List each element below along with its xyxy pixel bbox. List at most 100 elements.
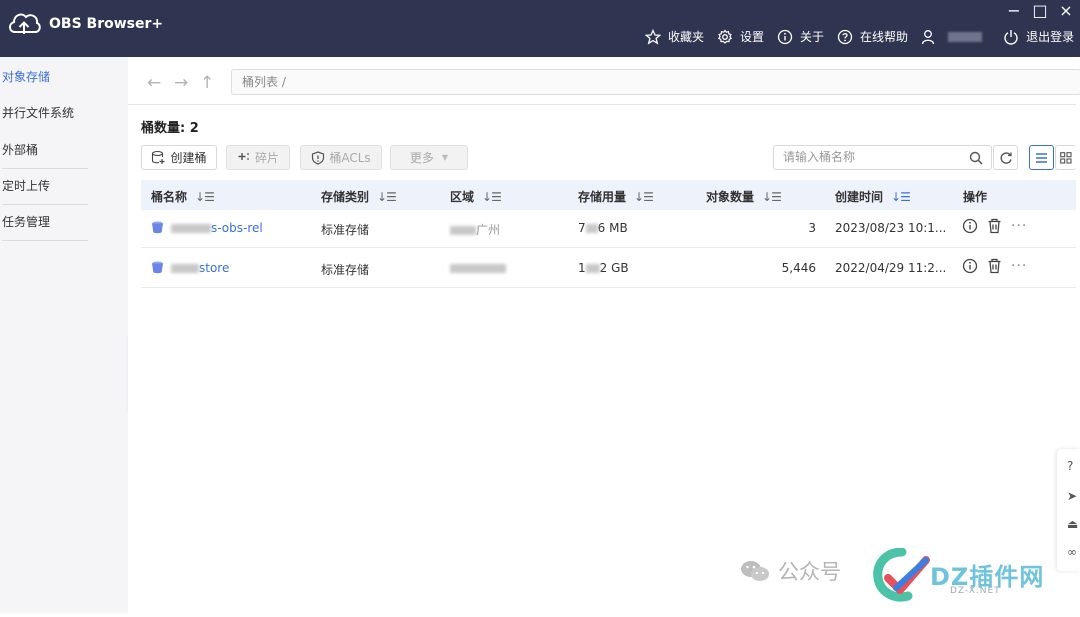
settings-menu[interactable]: 设置 bbox=[717, 28, 764, 45]
bucket-name-link[interactable]: store bbox=[171, 261, 229, 275]
sort-icon[interactable]: ↓☰ bbox=[762, 190, 782, 204]
favorites-menu[interactable]: 收藏夹 bbox=[645, 28, 704, 45]
help-icon bbox=[837, 29, 853, 44]
table-header: 桶名称 ↓☰ 存储类别 ↓☰ 区域 ↓☰ 存储用量 ↓☰ 对象数量 ↓☰ 创建时间 ↓☰ 操… bbox=[141, 180, 1076, 210]
bucket-count: 桶数量: 2 bbox=[141, 121, 199, 136]
send-icon[interactable]: ➤ bbox=[1067, 489, 1077, 503]
create-bucket-icon bbox=[152, 150, 165, 164]
fragments-label: 碎片 bbox=[254, 151, 279, 165]
settings-label: 设置 bbox=[740, 30, 765, 44]
column-header-name[interactable]: 桶名称 ↓☰ bbox=[151, 188, 215, 205]
window-controls: − □ × bbox=[1006, 0, 1074, 22]
fragments-button[interactable]: 碎片 bbox=[226, 145, 290, 170]
about-menu[interactable]: 关于 bbox=[777, 28, 824, 45]
row-actions: ··· bbox=[962, 218, 1027, 234]
sort-active-icon[interactable]: ↓☰ bbox=[891, 190, 911, 204]
grid-view-button[interactable] bbox=[1055, 145, 1076, 170]
help-menu[interactable]: 在线帮助 bbox=[837, 28, 908, 45]
sort-icon[interactable]: ↓☰ bbox=[482, 190, 502, 204]
sort-icon[interactable]: ↓☰ bbox=[377, 190, 397, 204]
redacted-text bbox=[171, 224, 211, 233]
bucket-icon bbox=[152, 261, 163, 274]
storage-class-cell: 标准存储 bbox=[321, 263, 370, 277]
wechat-icon bbox=[741, 561, 769, 581]
bucket-acls-label: 桶ACLs bbox=[329, 151, 371, 165]
column-header-actions: 操作 bbox=[963, 190, 988, 204]
create-bucket-button[interactable]: 创建桶 bbox=[141, 145, 217, 170]
title-bar: OBS Browser+ − □ × 收藏夹 设置 关于 在线帮助 退出登录 bbox=[0, 0, 1080, 57]
sort-icon[interactable]: ↓☰ bbox=[195, 190, 215, 204]
object-count-cell: 3 bbox=[808, 221, 816, 235]
usage-cell: 76 MB bbox=[578, 221, 628, 235]
close-button[interactable]: × bbox=[1058, 0, 1074, 22]
column-header-region[interactable]: 区域 ↓☰ bbox=[450, 188, 502, 205]
column-header-created[interactable]: 创建时间 ↓☰ bbox=[835, 188, 911, 205]
list-view-icon bbox=[1036, 152, 1047, 163]
sidebar-item-external-bucket[interactable]: 外部桶 bbox=[2, 141, 88, 169]
trash-icon[interactable] bbox=[987, 258, 1002, 274]
logout-menu[interactable]: 退出登录 bbox=[1003, 28, 1074, 45]
wechat-watermark: 公众号 bbox=[740, 556, 841, 586]
info-icon[interactable] bbox=[962, 218, 978, 234]
table-row[interactable]: store 标准存储 12 GB 5,446 2022/04/29 11:2..… bbox=[141, 248, 1076, 288]
sort-icon[interactable]: ↓☰ bbox=[634, 190, 654, 204]
search-icon[interactable] bbox=[969, 151, 983, 165]
star-icon bbox=[645, 28, 661, 45]
upload-icon[interactable]: ⏏ bbox=[1067, 517, 1078, 531]
more-label: 更多 bbox=[409, 151, 434, 165]
back-button[interactable]: ← bbox=[147, 73, 161, 93]
favorites-label: 收藏夹 bbox=[668, 30, 705, 44]
list-view-button[interactable] bbox=[1029, 145, 1054, 170]
about-label: 关于 bbox=[800, 30, 825, 44]
trash-icon[interactable] bbox=[987, 218, 1002, 234]
help-icon[interactable]: ? bbox=[1067, 459, 1073, 473]
chevron-down-icon: ▼ bbox=[441, 153, 449, 162]
bucket-name-link[interactable]: s-obs-rel bbox=[171, 221, 263, 235]
refresh-button[interactable] bbox=[993, 145, 1018, 170]
logout-label: 退出登录 bbox=[1026, 30, 1075, 44]
more-actions-icon[interactable]: ··· bbox=[1011, 218, 1027, 234]
forward-button[interactable]: → bbox=[174, 73, 188, 93]
watermark-domain: DZ-X.NET bbox=[950, 586, 1001, 596]
help-label: 在线帮助 bbox=[860, 30, 909, 44]
table-row[interactable]: s-obs-rel 标准存储 广州 76 MB 3 2023/08/23 10:… bbox=[141, 208, 1076, 248]
redacted-text bbox=[585, 264, 600, 273]
storage-class-cell: 标准存储 bbox=[321, 223, 370, 237]
column-header-usage[interactable]: 存储用量 ↓☰ bbox=[578, 188, 654, 205]
path-input[interactable]: 桶列表 / bbox=[231, 69, 1080, 95]
minimize-button[interactable]: − bbox=[1006, 0, 1022, 22]
power-icon bbox=[1004, 29, 1018, 45]
usage-cell: 12 GB bbox=[578, 261, 629, 275]
column-header-object-count[interactable]: 对象数量 ↓☰ bbox=[706, 188, 782, 205]
sidebar-item-parallel-fs[interactable]: 并行文件系统 bbox=[2, 104, 88, 131]
floating-tool-panel: ? ➤ ⏏ ∞ bbox=[1057, 449, 1080, 571]
more-actions-icon[interactable]: ··· bbox=[1011, 258, 1027, 274]
wechat-watermark-text: 公众号 bbox=[778, 560, 841, 584]
user-menu[interactable] bbox=[921, 29, 990, 45]
refresh-icon bbox=[1000, 151, 1012, 164]
region-cell bbox=[450, 261, 506, 275]
search-placeholder: 请输入桶名称 bbox=[783, 150, 856, 164]
up-button[interactable]: ↑ bbox=[200, 73, 214, 93]
created-time-cell: 2023/08/23 10:1... bbox=[835, 221, 947, 235]
redacted-text bbox=[585, 224, 598, 233]
search-input[interactable]: 请输入桶名称 bbox=[773, 145, 992, 170]
sidebar-item-scheduled-upload[interactable]: 定时上传 bbox=[2, 177, 88, 205]
sidebar-item-task-management[interactable]: 任务管理 bbox=[2, 213, 88, 241]
cloud-upload-logo-icon bbox=[9, 13, 41, 34]
username-redacted bbox=[948, 31, 983, 42]
user-icon bbox=[921, 29, 935, 44]
grid-view-icon bbox=[1060, 151, 1072, 164]
sidebar-item-object-storage[interactable]: 对象存储 bbox=[2, 68, 88, 95]
fragments-icon bbox=[238, 152, 249, 160]
shield-icon bbox=[312, 150, 325, 165]
bucket-acls-button[interactable]: 桶ACLs bbox=[300, 145, 382, 170]
maximize-button[interactable]: □ bbox=[1032, 0, 1048, 22]
link-icon[interactable]: ∞ bbox=[1067, 545, 1077, 559]
column-header-storage-class[interactable]: 存储类别 ↓☰ bbox=[321, 188, 397, 205]
redacted-text bbox=[171, 264, 199, 273]
more-dropdown[interactable]: 更多 ▼ bbox=[390, 145, 468, 170]
gear-icon bbox=[717, 29, 733, 44]
info-icon[interactable] bbox=[962, 258, 978, 274]
row-actions: ··· bbox=[962, 258, 1027, 274]
